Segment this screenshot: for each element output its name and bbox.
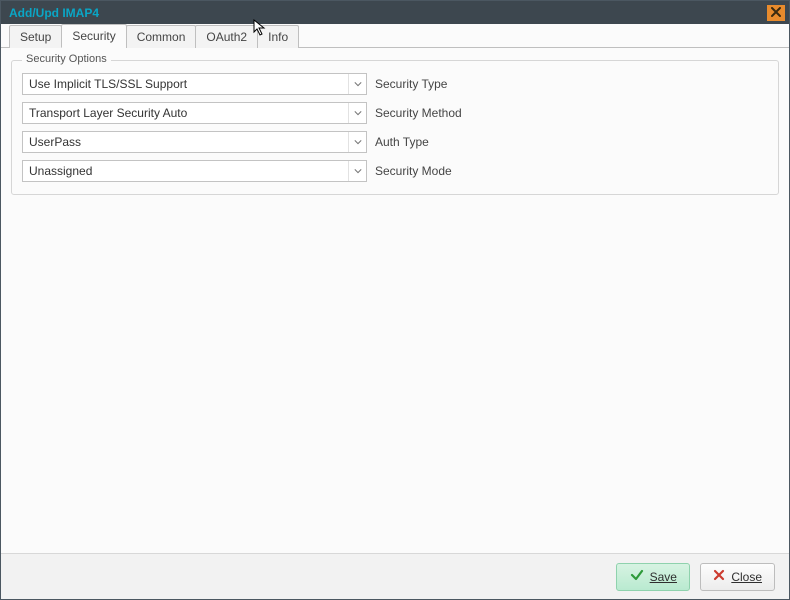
- security-method-select[interactable]: Transport Layer Security Auto: [22, 102, 367, 124]
- tab-common[interactable]: Common: [126, 25, 197, 48]
- security-type-select[interactable]: Use Implicit TLS/SSL Support: [22, 73, 367, 95]
- chevron-down-icon: [348, 74, 366, 94]
- select-value: UserPass: [29, 135, 348, 149]
- auth-type-select[interactable]: UserPass: [22, 131, 367, 153]
- close-button[interactable]: Close: [700, 563, 775, 591]
- row-security-mode: Unassigned Security Mode: [22, 160, 768, 182]
- tab-oauth2[interactable]: OAuth2: [195, 25, 258, 48]
- security-mode-label: Security Mode: [375, 164, 452, 178]
- security-mode-select[interactable]: Unassigned: [22, 160, 367, 182]
- dialog-footer: Save Close: [1, 553, 789, 599]
- titlebar: Add/Upd IMAP4: [1, 1, 789, 24]
- tab-label: Security: [72, 29, 115, 43]
- dialog-window: Add/Upd IMAP4 Setup Security Common OAut…: [0, 0, 790, 600]
- window-close-button[interactable]: [767, 5, 785, 21]
- security-method-label: Security Method: [375, 106, 462, 120]
- tab-label: Common: [137, 30, 186, 44]
- window-title: Add/Upd IMAP4: [9, 6, 767, 20]
- auth-type-label: Auth Type: [375, 135, 429, 149]
- tab-strip: Setup Security Common OAuth2 Info: [1, 24, 789, 48]
- select-value: Use Implicit TLS/SSL Support: [29, 77, 348, 91]
- row-auth-type: UserPass Auth Type: [22, 131, 768, 153]
- tab-security[interactable]: Security: [61, 24, 126, 48]
- select-value: Unassigned: [29, 164, 348, 178]
- close-icon: [771, 6, 781, 20]
- tab-content: Security Options Use Implicit TLS/SSL Su…: [1, 48, 789, 553]
- tab-label: Setup: [20, 30, 51, 44]
- save-button-label: Save: [650, 570, 677, 584]
- chevron-down-icon: [348, 132, 366, 152]
- tab-info[interactable]: Info: [257, 25, 299, 48]
- chevron-down-icon: [348, 161, 366, 181]
- tab-label: OAuth2: [206, 30, 247, 44]
- security-type-label: Security Type: [375, 77, 447, 91]
- tab-label: Info: [268, 30, 288, 44]
- row-security-method: Transport Layer Security Auto Security M…: [22, 102, 768, 124]
- select-value: Transport Layer Security Auto: [29, 106, 348, 120]
- group-legend: Security Options: [22, 53, 111, 65]
- x-icon: [713, 569, 725, 584]
- chevron-down-icon: [348, 103, 366, 123]
- close-button-label: Close: [731, 570, 762, 584]
- check-icon: [630, 568, 644, 585]
- row-security-type: Use Implicit TLS/SSL Support Security Ty…: [22, 73, 768, 95]
- security-options-group: Security Options Use Implicit TLS/SSL Su…: [11, 60, 779, 195]
- tab-setup[interactable]: Setup: [9, 25, 62, 48]
- save-button[interactable]: Save: [616, 563, 690, 591]
